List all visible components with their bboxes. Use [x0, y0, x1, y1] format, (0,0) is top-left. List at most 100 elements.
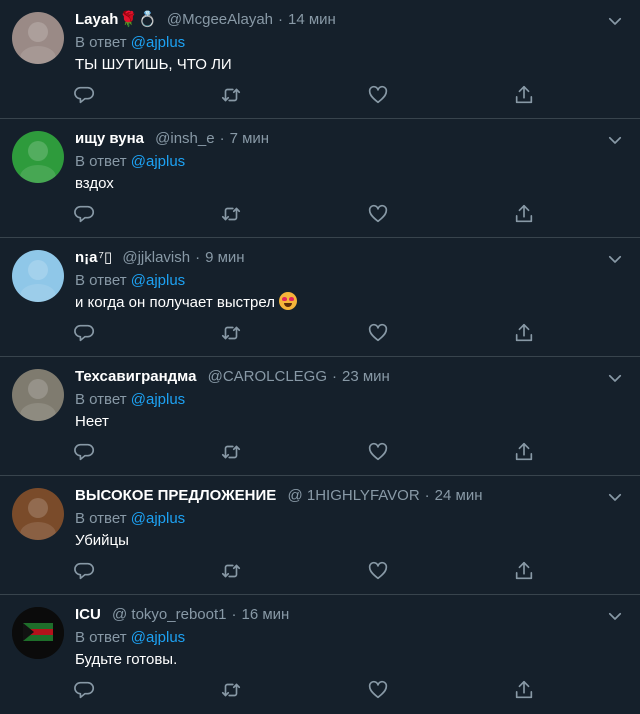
reply-prefix: В ответ	[75, 34, 127, 51]
display-name[interactable]: ищу вуна	[75, 130, 144, 147]
user-handle[interactable]: @insh_e	[155, 130, 214, 147]
tweet-actions	[0, 679, 640, 703]
reply-prefix: В ответ	[75, 272, 127, 289]
retweet-icon[interactable]	[220, 203, 242, 225]
timestamp[interactable]: 24 мин	[435, 487, 483, 504]
heart-icon[interactable]	[367, 203, 389, 225]
reply-prefix: В ответ	[75, 629, 127, 646]
share-icon[interactable]	[513, 679, 535, 701]
share-icon[interactable]	[513, 84, 535, 106]
name-badges: ⁷▯	[98, 249, 113, 266]
avatar[interactable]	[12, 488, 64, 540]
display-name[interactable]: ВЫСОКОЕ ПРЕДЛОЖЕНИЕ	[75, 487, 276, 504]
reply-mention-link[interactable]: @ajplus	[131, 391, 185, 408]
tweet-actions	[0, 203, 640, 227]
reply-context: В ответ @ajplus	[75, 627, 600, 649]
user-handle[interactable]: @McgeeAlayah	[167, 11, 273, 28]
tweet-actions	[0, 560, 640, 584]
tweet-content: n¡a⁷▯ @jjklavish · 9 мин В ответ @ajplus и…	[75, 246, 600, 314]
avatar[interactable]	[12, 250, 64, 302]
tweet-actions	[0, 84, 640, 108]
tweet[interactable]: ICU @ tokyo_reboot1 · 16 мин В ответ @ajpl…	[0, 595, 640, 714]
reply-icon[interactable]	[74, 560, 96, 582]
chevron-down-icon[interactable]	[606, 250, 624, 268]
user-handle[interactable]: @ tokyo_reboot1	[112, 606, 226, 623]
separator-dot: ·	[231, 606, 237, 623]
reply-mention-link[interactable]: @ajplus	[131, 34, 185, 51]
tweet-content: Layah🌹💍 @McgeeAlayah · 14 мин В ответ @ajp…	[75, 8, 600, 76]
reply-icon[interactable]	[74, 322, 96, 344]
tweet-text: Убийцы	[75, 530, 600, 552]
share-icon[interactable]	[513, 203, 535, 225]
retweet-icon[interactable]	[220, 441, 242, 463]
display-name[interactable]: ICU	[75, 606, 101, 623]
chevron-down-icon[interactable]	[606, 488, 624, 506]
heart-icon[interactable]	[367, 84, 389, 106]
user-handle[interactable]: @CAROLCLEGG	[208, 368, 327, 385]
tweet-text: и когда он получает выстрел	[75, 292, 600, 314]
tweet-text-body: Неет	[75, 413, 109, 430]
tweet-actions	[0, 322, 640, 346]
tweet[interactable]: ищу вуна @insh_e · 7 мин В ответ @ajplus в…	[0, 119, 640, 238]
tweet[interactable]: Layah🌹💍 @McgeeAlayah · 14 мин В ответ @ajp…	[0, 0, 640, 119]
chevron-down-icon[interactable]	[606, 607, 624, 625]
heart-icon[interactable]	[367, 322, 389, 344]
tweet[interactable]: Техсавиграндма @CAROLCLEGG · 23 мин В отве…	[0, 357, 640, 476]
heart-eyes-emoji-icon	[278, 292, 297, 310]
tweet-content: ВЫСОКОЕ ПРЕДЛОЖЕНИЕ @ 1HIGHLYFAVOR · 24 ми…	[75, 484, 600, 552]
heart-icon[interactable]	[367, 441, 389, 463]
tweet[interactable]: n¡a⁷▯ @jjklavish · 9 мин В ответ @ajplus и…	[0, 238, 640, 357]
reply-icon[interactable]	[74, 203, 96, 225]
user-handle[interactable]: @jjklavish	[122, 249, 190, 266]
avatar[interactable]	[12, 131, 64, 183]
user-handle[interactable]: @ 1HIGHLYFAVOR	[287, 487, 419, 504]
retweet-icon[interactable]	[220, 560, 242, 582]
tweet-text-body: вздох	[75, 175, 114, 192]
heart-icon[interactable]	[367, 679, 389, 701]
separator-dot: ·	[332, 368, 338, 385]
share-icon[interactable]	[513, 322, 535, 344]
reply-mention-link[interactable]: @ajplus	[131, 510, 185, 527]
separator-dot: ·	[424, 487, 430, 504]
chevron-down-icon[interactable]	[606, 369, 624, 387]
tweet-text: вздох	[75, 173, 600, 195]
timestamp[interactable]: 9 мин	[205, 249, 245, 266]
retweet-icon[interactable]	[220, 322, 242, 344]
tweet-text: Будьте готовы.	[75, 649, 600, 671]
tweet-text-body: ТЫ ШУТИШЬ, ЧТО ЛИ	[75, 56, 232, 73]
reply-context: В ответ @ajplus	[75, 32, 600, 54]
reply-icon[interactable]	[74, 84, 96, 106]
avatar[interactable]	[12, 369, 64, 421]
reply-icon[interactable]	[74, 441, 96, 463]
display-name[interactable]: n¡a	[75, 249, 98, 266]
reply-icon[interactable]	[74, 679, 96, 701]
tweet[interactable]: ВЫСОКОЕ ПРЕДЛОЖЕНИЕ @ 1HIGHLYFAVOR · 24 ми…	[0, 476, 640, 595]
reply-mention-link[interactable]: @ajplus	[131, 272, 185, 289]
separator-dot: ·	[195, 249, 201, 266]
timestamp[interactable]: 16 мин	[241, 606, 289, 623]
display-name[interactable]: Layah	[75, 11, 118, 28]
timestamp[interactable]: 23 мин	[342, 368, 390, 385]
tweet-feed: Layah🌹💍 @McgeeAlayah · 14 мин В ответ @ajp…	[0, 0, 640, 714]
tweet-header: ВЫСОКОЕ ПРЕДЛОЖЕНИЕ @ 1HIGHLYFAVOR · 24 ми…	[75, 484, 600, 508]
chevron-down-icon[interactable]	[606, 12, 624, 30]
share-icon[interactable]	[513, 560, 535, 582]
avatar[interactable]	[12, 607, 64, 659]
tweet-header: Layah🌹💍 @McgeeAlayah · 14 мин	[75, 8, 600, 32]
avatar[interactable]	[12, 12, 64, 64]
chevron-down-icon[interactable]	[606, 131, 624, 149]
heart-icon[interactable]	[367, 560, 389, 582]
reply-mention-link[interactable]: @ajplus	[131, 153, 185, 170]
tweet-text-body: и когда он получает выстрел	[75, 294, 275, 311]
timestamp[interactable]: 14 мин	[288, 11, 336, 28]
retweet-icon[interactable]	[220, 679, 242, 701]
tweet-header: n¡a⁷▯ @jjklavish · 9 мин	[75, 246, 600, 270]
reply-context: В ответ @ajplus	[75, 508, 600, 530]
tweet-content: Техсавиграндма @CAROLCLEGG · 23 мин В отве…	[75, 365, 600, 433]
display-name[interactable]: Техсавиграндма	[75, 368, 196, 385]
timestamp[interactable]: 7 мин	[230, 130, 270, 147]
reply-mention-link[interactable]: @ajplus	[131, 629, 185, 646]
share-icon[interactable]	[513, 441, 535, 463]
retweet-icon[interactable]	[220, 84, 242, 106]
tweet-content: ищу вуна @insh_e · 7 мин В ответ @ajplus в…	[75, 127, 600, 195]
